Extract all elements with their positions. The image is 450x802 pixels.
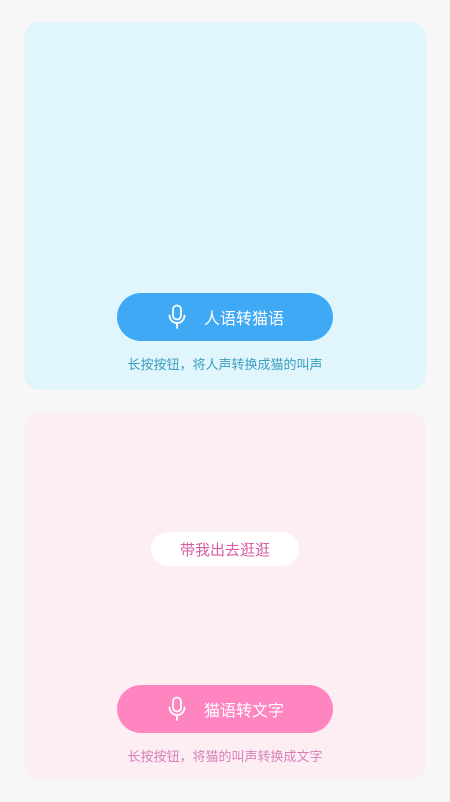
microphone-icon [166, 696, 188, 722]
human-to-cat-button[interactable]: 人语转猫语 [117, 293, 333, 341]
human-to-cat-hint: 长按按钮，将人声转换成猫的叫声 [127, 358, 323, 373]
cat-to-text-hint: 长按按钮，将猫的叫声转换成文字 [127, 750, 323, 765]
cat-to-text-button[interactable]: 猫语转文字 [117, 685, 333, 733]
translated-phrase-bubble: 带我出去逛逛 [151, 532, 299, 566]
cat-to-text-panel: 带我出去逛逛 猫语转文字 长按按钮，将猫的叫声转换成文字 [24, 412, 426, 780]
human-to-cat-button-label: 人语转猫语 [203, 309, 284, 328]
human-to-cat-panel: 人语转猫语 长按按钮，将人声转换成猫的叫声 [24, 22, 426, 390]
microphone-icon [166, 304, 188, 330]
cat-to-text-button-label: 猫语转文字 [203, 701, 284, 720]
